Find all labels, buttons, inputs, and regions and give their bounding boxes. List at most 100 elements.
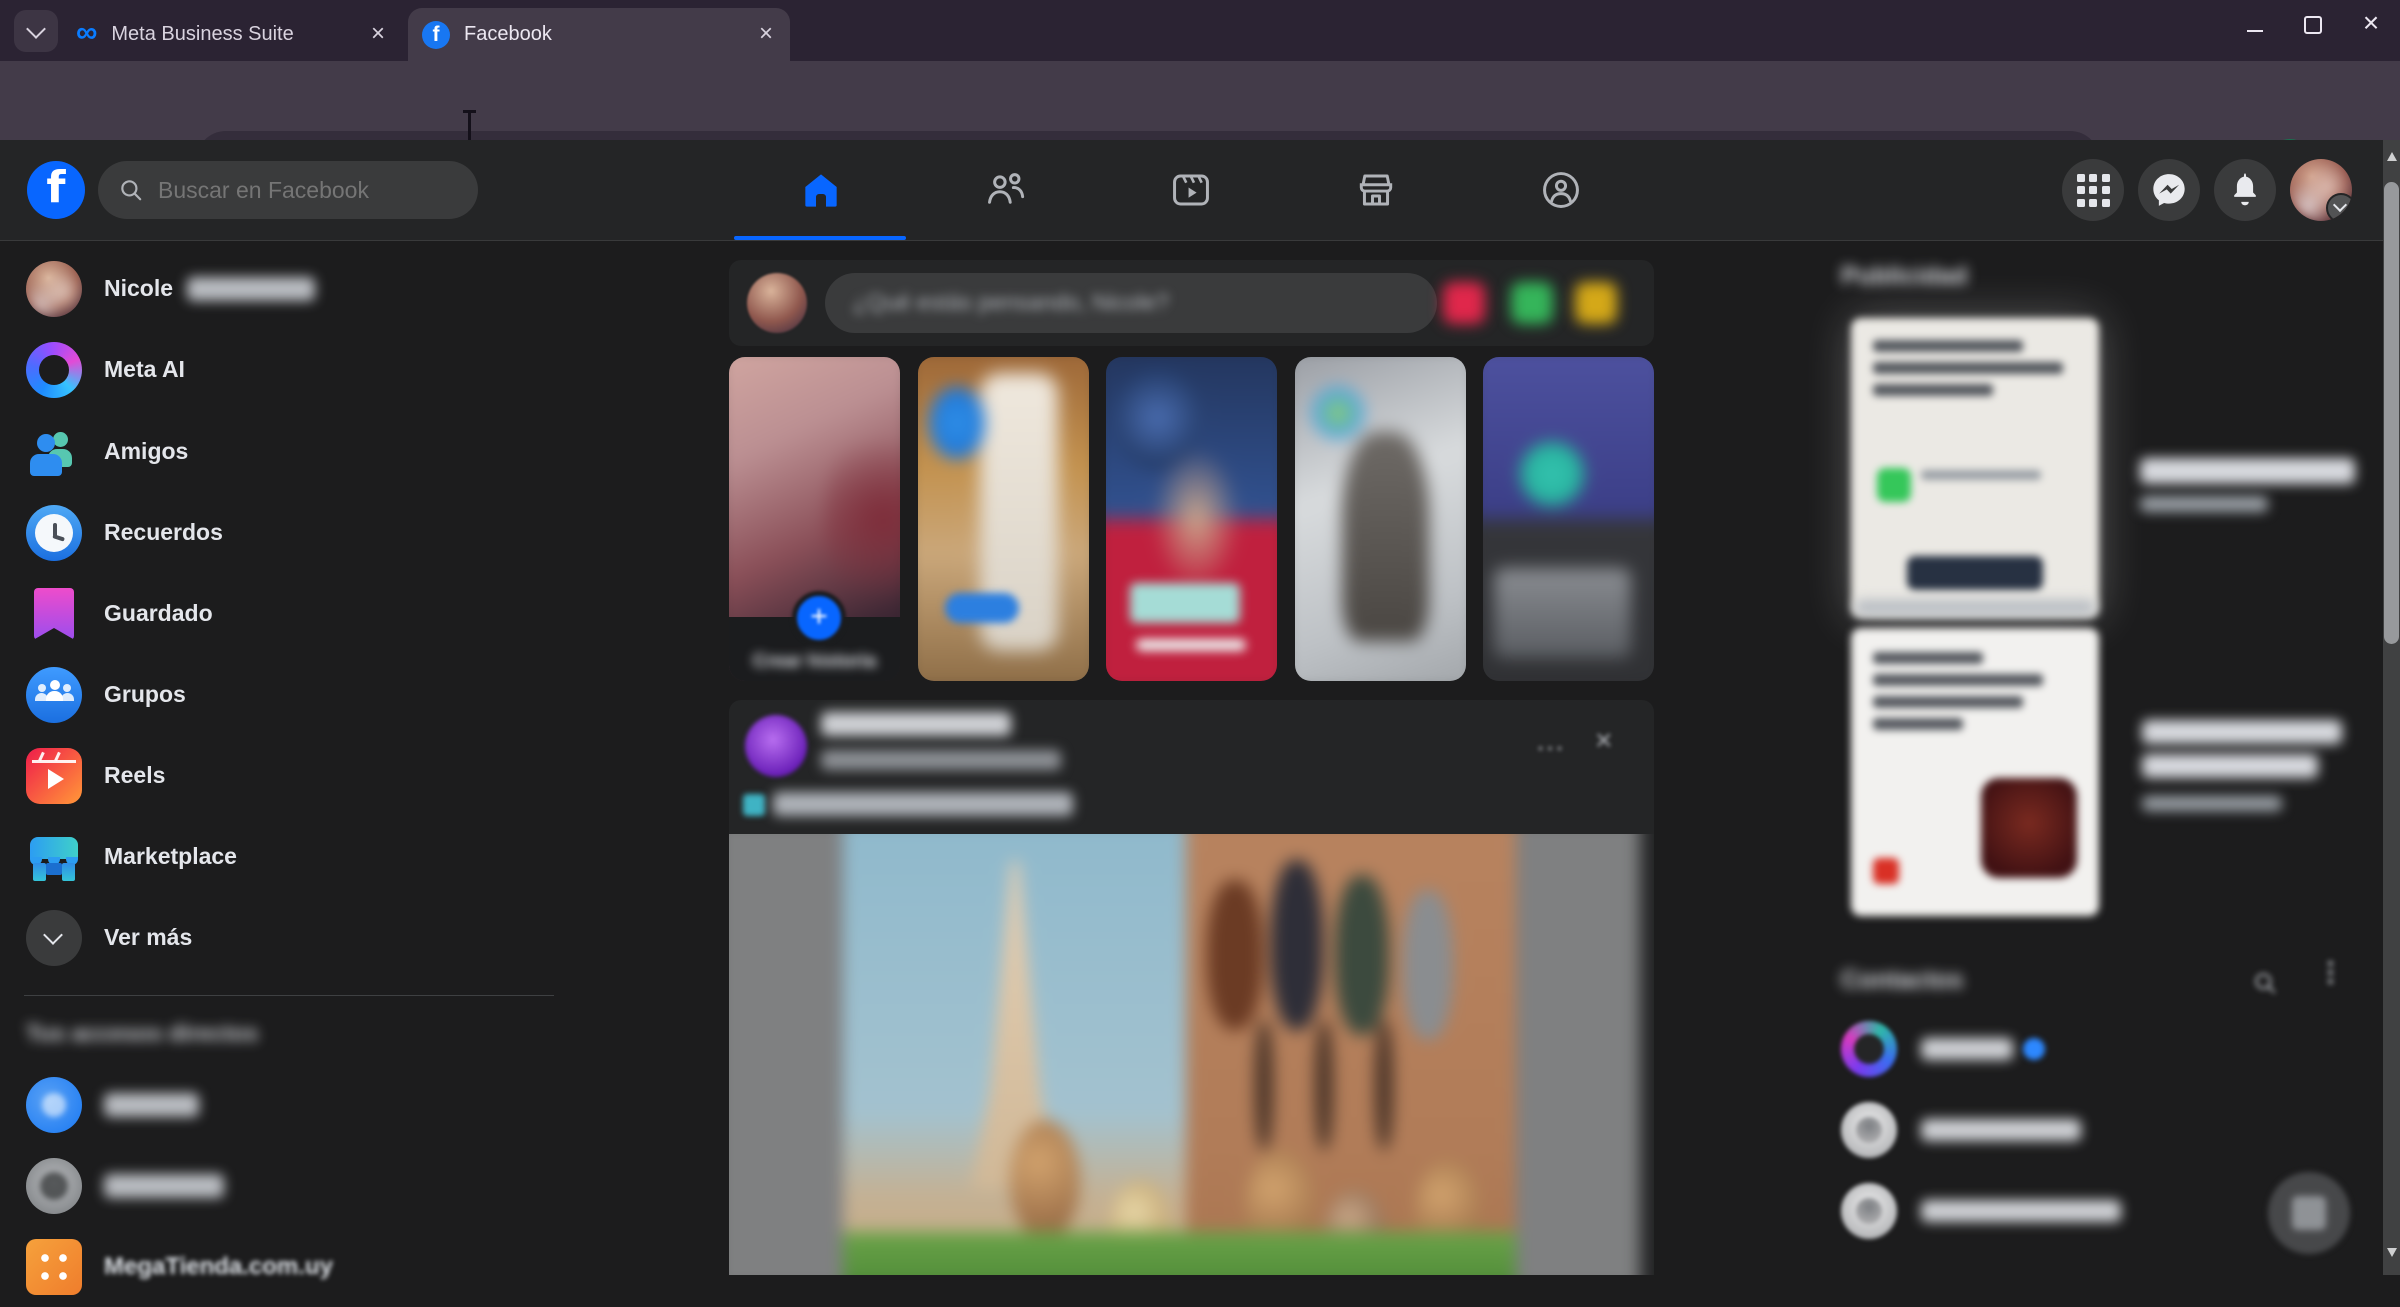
facebook-logo[interactable]: f (27, 161, 85, 219)
plus-icon[interactable]: + (792, 591, 846, 645)
search-icon (118, 177, 144, 203)
close-tab-icon[interactable]: × (364, 21, 392, 49)
browser-toolbar: ← → facebook.com (0, 61, 2400, 140)
sidebar-divider (24, 995, 554, 996)
tab-meta-business-suite[interactable]: ∞ Meta Business Suite × (62, 8, 402, 61)
search-bar[interactable] (98, 161, 478, 219)
tab-title: Meta Business Suite (111, 23, 364, 46)
shortcut-item[interactable]: MegaTienda.com.uy (12, 1226, 552, 1307)
sidebar-item-saved[interactable]: Guardado (12, 573, 552, 654)
floating-action-button[interactable] (2268, 1172, 2350, 1254)
sidebar-item-profile[interactable]: Nicole (12, 248, 552, 329)
shortcut-item[interactable] (12, 1064, 552, 1145)
live-video-icon[interactable] (1443, 282, 1485, 324)
shortcut-label: MegaTienda.com.uy (104, 1253, 333, 1281)
tab-groups[interactable] (1468, 140, 1653, 240)
sidebar-item-label: Recuerdos (104, 519, 223, 546)
scrollbar-down-arrow[interactable] (2387, 1248, 2397, 1257)
sidebar-item-label: Grupos (104, 681, 186, 708)
contact-row[interactable] (1841, 1095, 2361, 1165)
contact-row[interactable] (1841, 1014, 2361, 1084)
composer-input[interactable]: ¿Qué estás pensando, Nicole? (825, 273, 1437, 333)
blurred-ad-title[interactable] (2142, 720, 2342, 744)
scrollbar-thumb[interactable] (2384, 182, 2399, 644)
shortcut-icon (26, 1239, 82, 1295)
center-nav-tabs (728, 140, 1653, 240)
shortcut-icon (26, 1077, 82, 1133)
contacts-search-icon[interactable] (2252, 970, 2278, 996)
contacts-more-icon[interactable] (2328, 970, 2333, 975)
story-card[interactable] (1483, 357, 1654, 681)
ad-product-graphic (1981, 778, 2077, 878)
bell-icon (2227, 172, 2263, 208)
composer-avatar[interactable] (747, 273, 807, 333)
sidebar-item-reels[interactable]: Reels (12, 735, 552, 816)
sidebar-item-memories[interactable]: Recuerdos (12, 492, 552, 573)
chevron-down-icon (26, 19, 46, 39)
sidebar-item-label: Meta AI (104, 356, 185, 383)
sponsored-ad-image[interactable] (1851, 318, 2099, 618)
browser-tab-strip: ∞ Meta Business Suite × f Facebook × × (0, 0, 2400, 61)
blurred-post-timestamp (821, 750, 1061, 770)
blurred-ad-domain (2142, 796, 2282, 811)
close-window-button[interactable]: × (2342, 0, 2400, 48)
apps-grid-icon (2077, 174, 2110, 207)
sidebar-item-groups[interactable]: Grupos (12, 654, 552, 735)
tab-watch[interactable] (1098, 140, 1283, 240)
shortcuts-header: Tus accesos directos (26, 1020, 258, 1047)
text-cursor (468, 112, 471, 142)
friends-icon (985, 169, 1027, 211)
post-author-avatar[interactable] (745, 715, 807, 777)
blurred-ad-title[interactable] (2140, 458, 2355, 484)
story-overlay (1136, 639, 1246, 651)
post-composer[interactable]: ¿Qué estás pensando, Nicole? (729, 260, 1654, 346)
feeling-activity-icon[interactable] (1575, 282, 1617, 324)
photo-video-icon[interactable] (1511, 282, 1553, 324)
post-hide-icon[interactable]: × (1595, 724, 1613, 758)
ad-graphic (1877, 468, 1911, 502)
home-icon-door (816, 194, 826, 207)
sidebar-item-meta-ai[interactable]: Meta AI (12, 329, 552, 410)
maximize-button[interactable] (2284, 0, 2342, 48)
profile-avatar (26, 261, 82, 317)
facebook-favicon-icon: f (422, 21, 450, 49)
tab-home[interactable] (728, 140, 913, 240)
sponsored-ad-image[interactable] (1851, 628, 2099, 916)
contacts-actions (2252, 970, 2341, 996)
watch-icon (1170, 169, 1212, 211)
messenger-button[interactable] (2138, 159, 2200, 221)
post-menu-icon[interactable]: … (1535, 724, 1567, 758)
stories-carousel: + Crear historia (729, 357, 1654, 681)
facebook-header: f (0, 140, 2383, 240)
sidebar-item-see-more[interactable]: Ver más (12, 897, 552, 978)
active-tab-underline (734, 236, 906, 240)
chevron-down-icon (26, 910, 82, 966)
blurred-shortcut-name (104, 1093, 199, 1117)
story-card[interactable] (1106, 357, 1277, 681)
create-story-card[interactable]: + Crear historia (729, 357, 900, 681)
contact-avatar (1841, 1102, 1897, 1158)
minimize-button[interactable] (2226, 0, 2284, 48)
sidebar-item-marketplace[interactable]: Marketplace (12, 816, 552, 897)
groups-icon (26, 667, 82, 723)
contacts-header: Contactos (1841, 966, 1963, 995)
scrollbar-up-arrow[interactable] (2387, 152, 2397, 161)
story-photo (1295, 357, 1466, 681)
story-card[interactable] (1295, 357, 1466, 681)
apps-grid-button[interactable] (2062, 159, 2124, 221)
story-card[interactable] (918, 357, 1089, 681)
tab-friends[interactable] (913, 140, 1098, 240)
story-photo (918, 357, 1089, 681)
close-tab-icon[interactable]: × (752, 21, 780, 49)
post-photo[interactable] (729, 834, 1654, 1275)
shortcut-item[interactable] (12, 1145, 552, 1226)
tab-facebook-active[interactable]: f Facebook × (408, 8, 790, 61)
sidebar-item-friends[interactable]: Amigos (12, 411, 552, 492)
tab-marketplace[interactable] (1283, 140, 1468, 240)
tab-search-button[interactable] (14, 10, 58, 52)
notifications-button[interactable] (2214, 159, 2276, 221)
account-avatar[interactable] (2290, 159, 2352, 221)
search-input[interactable] (156, 176, 440, 205)
blurred-post-author-name[interactable] (821, 712, 1011, 736)
story-photo (1483, 357, 1654, 681)
